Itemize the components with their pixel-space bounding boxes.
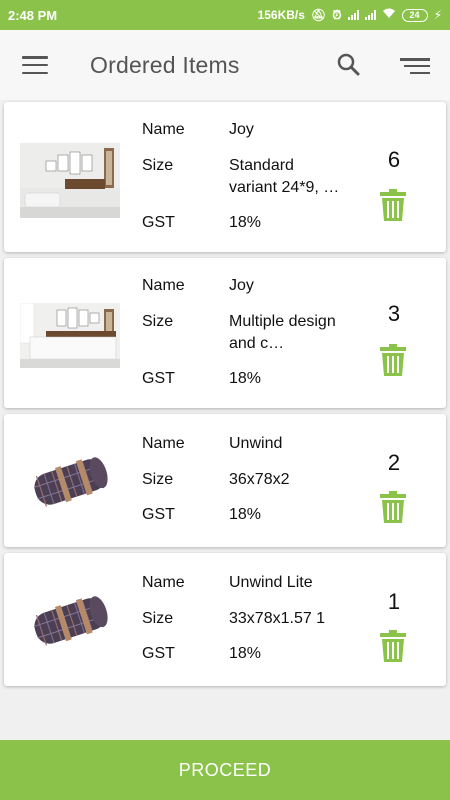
delete-trash-icon[interactable] bbox=[380, 630, 406, 662]
item-gst: 18% bbox=[229, 370, 262, 387]
item-gst: 18% bbox=[229, 645, 262, 662]
mute-icon: 🔕︎ bbox=[310, 8, 327, 22]
product-image bbox=[20, 303, 120, 368]
item-name: Joy bbox=[229, 277, 254, 294]
item-name: Joy bbox=[229, 121, 254, 138]
charging-icon: ⚡︎ bbox=[433, 8, 442, 22]
gst-label: GST bbox=[142, 506, 175, 523]
size-label: Size bbox=[142, 313, 174, 330]
name-label: Name bbox=[142, 121, 185, 138]
list-item: Name Unwind Lite Size 33x78x1.57 1 GST 1… bbox=[4, 553, 446, 686]
item-size: Standard variant 24*9, … bbox=[229, 157, 340, 196]
name-label: Name bbox=[142, 435, 185, 452]
item-name: Unwind Lite bbox=[229, 574, 313, 591]
gst-label: GST bbox=[142, 214, 175, 231]
sort-icon[interactable] bbox=[400, 58, 430, 74]
item-quantity: 2 bbox=[387, 450, 401, 475]
net-speed: 156KB/s bbox=[257, 8, 305, 22]
item-name: Unwind bbox=[229, 435, 283, 452]
alarm-icon: ⏰︎ bbox=[332, 7, 342, 22]
item-gst: 18% bbox=[229, 506, 262, 523]
delete-trash-icon[interactable] bbox=[380, 189, 406, 221]
item-quantity: 1 bbox=[387, 589, 401, 614]
delete-trash-icon[interactable] bbox=[380, 344, 406, 376]
product-image bbox=[20, 583, 120, 658]
status-bar: 2:48 PM 156KB/s 🔕︎ ⏰︎ 24 ⚡︎ bbox=[0, 0, 450, 30]
name-label: Name bbox=[142, 277, 185, 294]
product-image bbox=[20, 143, 120, 218]
proceed-button[interactable]: PROCEED bbox=[0, 740, 450, 800]
list-item: Name Joy Size Multiple design and c… GST… bbox=[4, 258, 446, 408]
signal-2-icon bbox=[364, 10, 376, 20]
item-quantity: 6 bbox=[387, 147, 401, 172]
item-size: 36x78x2 bbox=[229, 471, 290, 488]
size-label: Size bbox=[142, 471, 174, 488]
size-label: Size bbox=[142, 157, 174, 174]
product-image bbox=[20, 444, 120, 519]
gst-label: GST bbox=[142, 370, 175, 387]
wifi-icon bbox=[382, 8, 396, 22]
size-label: Size bbox=[142, 610, 174, 627]
search-icon[interactable] bbox=[336, 52, 362, 78]
status-time: 2:48 PM bbox=[8, 7, 58, 23]
status-icons: 156KB/s 🔕︎ ⏰︎ 24 ⚡︎ bbox=[258, 8, 442, 23]
hamburger-menu-icon[interactable] bbox=[22, 56, 48, 74]
page-title: Ordered Items bbox=[90, 52, 240, 78]
item-quantity: 3 bbox=[387, 301, 401, 326]
name-label: Name bbox=[142, 574, 185, 591]
battery-icon: 24 bbox=[401, 8, 428, 22]
gst-label: GST bbox=[142, 645, 175, 662]
item-size: 33x78x1.57 1 bbox=[229, 610, 326, 627]
delete-trash-icon[interactable] bbox=[380, 491, 406, 523]
item-gst: 18% bbox=[229, 214, 262, 231]
list-item: Name Unwind Size 36x78x2 GST 18% 2 bbox=[4, 414, 446, 547]
item-size: Multiple design and c… bbox=[229, 313, 336, 352]
app-bar: Ordered Items bbox=[0, 30, 450, 100]
signal-icon bbox=[347, 10, 359, 20]
list-item: Name Joy Size Standard variant 24*9, … G… bbox=[4, 102, 446, 252]
